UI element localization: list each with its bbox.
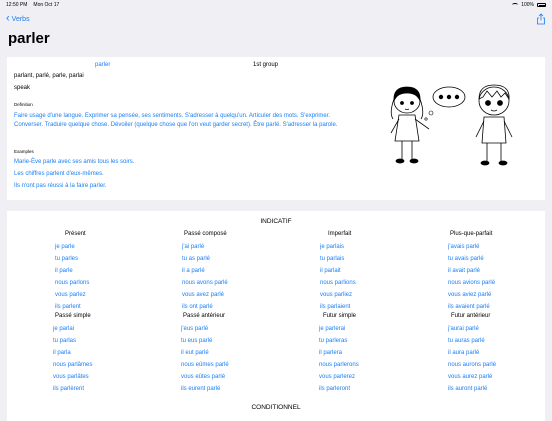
conjugation-item[interactable]: vous parliez (320, 291, 450, 303)
tense-column-passe-simple: Passé simple je parlai tu parlas il parl… (53, 313, 183, 397)
conjugation-item[interactable]: il a parlé (182, 267, 312, 279)
conjugation-item[interactable]: tu avais parlé (448, 255, 543, 267)
conjugation-item[interactable]: je parlais (320, 243, 450, 255)
definition-label: Definition (14, 102, 33, 107)
conjugation-item[interactable]: vous aviez parlé (448, 291, 543, 303)
tense-column-present: Présent je parle tu parles il parle nous… (55, 231, 185, 315)
share-icon[interactable] (536, 13, 546, 25)
tense-column-passe-anterieur: Passé antérieur j'eus parlé tu eus parlé… (181, 313, 311, 397)
tense-heading: Passé composé (184, 231, 227, 237)
status-time: 12:50 PM (6, 2, 28, 8)
conjugation-item[interactable]: il parla (53, 349, 183, 361)
tense-column-plus-que-parfait: Plus-que-parfait j'avais parlé tu avais … (448, 231, 543, 315)
example-item[interactable]: Ils n'ont pas réussi à la faire parler. (14, 182, 134, 194)
verb-link[interactable]: parler (95, 62, 110, 68)
example-item[interactable]: Marie-Ève parle avec ses amis tous les s… (14, 158, 134, 170)
page-title: parler (8, 30, 50, 47)
conjugation-item[interactable]: je parlai (53, 325, 183, 337)
conjugation-item[interactable]: il parle (55, 267, 185, 279)
verb-meaning: speak (14, 85, 31, 91)
conjugation-item[interactable]: ils parlèrent (53, 385, 183, 397)
definition-text[interactable]: Faire usage d'une langue. Exprimer sa pe… (14, 112, 344, 129)
conjugation-item[interactable]: je parle (55, 243, 185, 255)
nav-bar: ‹ Verbs (0, 10, 552, 28)
conjugation-item[interactable]: il parlera (319, 349, 449, 361)
battery-icon (537, 3, 546, 7)
example-item[interactable]: Les chiffres parlent d'eux-mêmes. (14, 170, 134, 182)
conjugation-item[interactable]: tu auras parlé (448, 337, 543, 349)
conjugation-item[interactable]: nous parlerons (319, 361, 449, 373)
conjugation-item[interactable]: j'eus parlé (181, 325, 311, 337)
conjugation-item[interactable]: vous parlez (55, 291, 185, 303)
tense-heading: Imperfait (328, 231, 352, 237)
conjugation-item[interactable]: nous parlâmes (53, 361, 183, 373)
chevron-left-icon: ‹ (6, 12, 10, 24)
tense-heading: Présent (65, 231, 86, 237)
verb-group: 1st group (253, 62, 279, 68)
tense-heading: Passé antérieur (183, 313, 226, 319)
tense-column-imperfait: Imperfait je parlais tu parlais il parla… (320, 231, 450, 315)
conjugation-item[interactable]: ils parleront (319, 385, 449, 397)
wifi-icon (512, 3, 519, 7)
tense-heading: Futur antérieur (451, 313, 491, 319)
conjugation-item[interactable]: nous eûmes parlé (181, 361, 311, 373)
conjugation-item[interactable]: ils auront parlé (448, 385, 543, 397)
status-right: 100% (512, 2, 546, 8)
conjugation-item[interactable]: vous avez parlé (182, 291, 312, 303)
battery-percent: 100% (521, 2, 534, 8)
conjugation-item[interactable]: nous parlions (320, 279, 450, 291)
back-label: Verbs (11, 15, 30, 23)
conjugation-card: INDICATIF Présent je parle tu parles il … (7, 211, 545, 421)
conjugation-item[interactable]: il parlait (320, 267, 450, 279)
conjugation-item[interactable]: tu parlas (53, 337, 183, 349)
conjugation-item[interactable]: tu eus parlé (181, 337, 311, 349)
conjugation-item[interactable]: nous avons parlé (182, 279, 312, 291)
conjugation-item[interactable]: tu parlais (320, 255, 450, 267)
tense-column-passe-compose: Passé composé j'ai parlé tu as parlé il … (182, 231, 312, 315)
conjugation-item[interactable]: nous parlons (55, 279, 185, 291)
tense-column-futur-simple: Futur simple je parlerai tu parleras il … (319, 313, 449, 397)
conjugation-item[interactable]: il avait parlé (448, 267, 543, 279)
examples-list: Marie-Ève parle avec ses amis tous les s… (14, 158, 134, 194)
conjugation-item[interactable]: il aura parlé (448, 349, 543, 361)
tense-heading: Futur simple (323, 313, 357, 319)
section-title-indicatif: INDICATIF (260, 218, 292, 225)
conjugation-item[interactable]: vous eûtes parlé (181, 373, 311, 385)
verb-forms: parlant, parlé, parle, parlai (14, 73, 84, 79)
examples-label: Examples (14, 149, 34, 154)
conjugation-item[interactable]: ils eurent parlé (181, 385, 311, 397)
conjugation-item[interactable]: il eut parlé (181, 349, 311, 361)
conjugation-item[interactable]: j'ai parlé (182, 243, 312, 255)
status-bar: 12:50 PM Mon Oct 17 100% (0, 0, 552, 10)
conjugation-item[interactable]: nous aurons parlé (448, 361, 543, 373)
conjugation-item[interactable]: j'avais parlé (448, 243, 543, 255)
back-button[interactable]: ‹ Verbs (6, 12, 30, 25)
tense-heading: Passé simple (55, 313, 91, 319)
section-title-conditionnel: CONDITIONNEL (251, 404, 301, 411)
conjugation-item[interactable]: tu parles (55, 255, 185, 267)
verb-info-card: parler 1st group parlant, parlé, parle, … (7, 57, 545, 200)
conjugation-item[interactable]: vous parlerez (319, 373, 449, 385)
status-date: Mon Oct 17 (33, 2, 60, 8)
tense-heading: Plus-que-parfait (450, 231, 493, 237)
conjugation-item[interactable]: je parlerai (319, 325, 449, 337)
conjugation-item[interactable]: tu parleras (319, 337, 449, 349)
conjugation-item[interactable]: j'aurai parlé (448, 325, 543, 337)
conjugation-item[interactable]: nous avions parlé (448, 279, 543, 291)
tense-column-futur-anterieur: Futur antérieur j'aurai parlé tu auras p… (448, 313, 543, 397)
conjugation-item[interactable]: vous aurez parlé (448, 373, 543, 385)
speaking-children-illustration (390, 84, 513, 166)
conjugation-item[interactable]: tu as parlé (182, 255, 312, 267)
conjugation-item[interactable]: vous parlâtes (53, 373, 183, 385)
